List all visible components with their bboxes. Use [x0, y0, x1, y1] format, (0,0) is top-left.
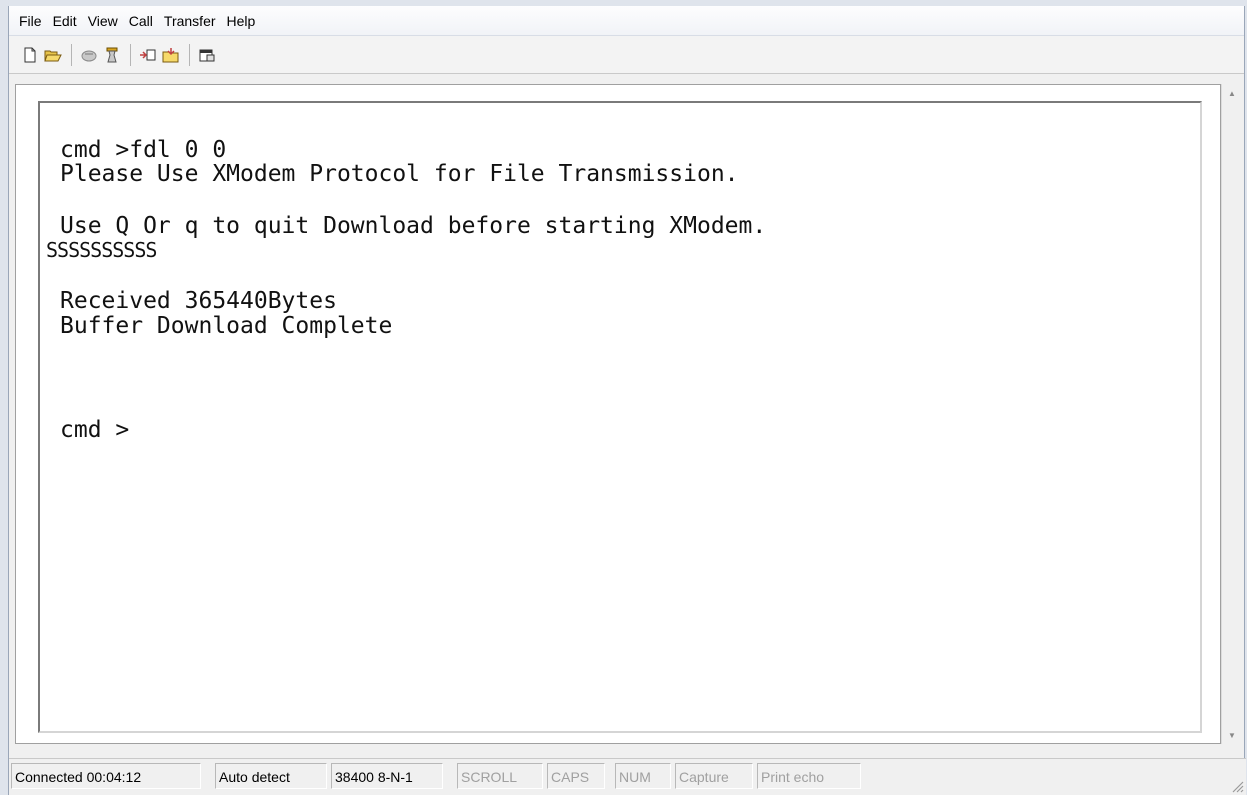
vertical-scrollbar[interactable]: ▲ ▼ [1221, 84, 1241, 744]
terminal-line: Use Q Or q to quit Download before start… [60, 213, 767, 239]
menu-transfer[interactable]: Transfer [164, 13, 216, 29]
toolbar-separator [130, 43, 131, 66]
disconnect-button[interactable] [78, 44, 100, 66]
terminal-line: Received 365440Bytes [60, 288, 337, 314]
status-connected: Connected 00:04:12 [11, 763, 201, 789]
disconnect-icon [81, 50, 97, 61]
status-bar: Connected 00:04:12 Auto detect 38400 8-N… [9, 758, 1246, 795]
status-port: 38400 8-N-1 [331, 763, 443, 789]
hyperterminal-window: File Edit View Call Transfer Help cmd >f… [8, 6, 1246, 795]
toolbar-separator [189, 43, 190, 66]
new-icon [24, 47, 36, 62]
status-scroll: SCROLL [457, 763, 543, 789]
terminal-screen[interactable]: cmd >fdl 0 0 Please Use XModem Protocol … [38, 101, 1202, 733]
scroll-down-icon[interactable]: ▼ [1222, 726, 1242, 744]
terminal-line: cmd > [60, 417, 130, 443]
receive-icon [162, 47, 179, 62]
terminal-line: cmd >fdl 0 0 [60, 137, 227, 163]
status-detect: Auto detect [215, 763, 327, 789]
terminal-line: Buffer Download Complete [60, 313, 393, 339]
menu-call[interactable]: Call [129, 13, 153, 29]
properties-button[interactable] [196, 44, 218, 66]
toolbar-separator [71, 43, 72, 66]
status-caps: CAPS [547, 763, 605, 789]
open-button[interactable] [42, 44, 64, 66]
status-print-echo: Print echo [757, 763, 861, 789]
scroll-up-icon[interactable]: ▲ [1222, 84, 1242, 102]
menu-edit[interactable]: Edit [53, 13, 77, 29]
status-num: NUM [615, 763, 671, 789]
properties-icon [199, 49, 215, 61]
dial-button[interactable] [101, 44, 123, 66]
menu-bar: File Edit View Call Transfer Help [9, 6, 1244, 36]
menu-view[interactable]: View [88, 13, 118, 29]
dial-icon [106, 47, 118, 62]
terminal-line: Please Use XModem Protocol for File Tran… [60, 161, 739, 187]
toolbar [9, 36, 1244, 74]
new-button[interactable] [19, 44, 41, 66]
open-icon [44, 50, 62, 61]
resize-grip-icon[interactable] [1228, 777, 1244, 793]
menu-file[interactable]: File [19, 13, 42, 29]
menu-help[interactable]: Help [227, 13, 256, 29]
receive-button[interactable] [160, 44, 182, 66]
status-capture: Capture [675, 763, 753, 789]
terminal-line: SSSSSSSSSS [46, 238, 157, 262]
send-icon [140, 49, 156, 60]
send-button[interactable] [137, 44, 159, 66]
terminal-area[interactable]: cmd >fdl 0 0 Please Use XModem Protocol … [15, 84, 1221, 744]
